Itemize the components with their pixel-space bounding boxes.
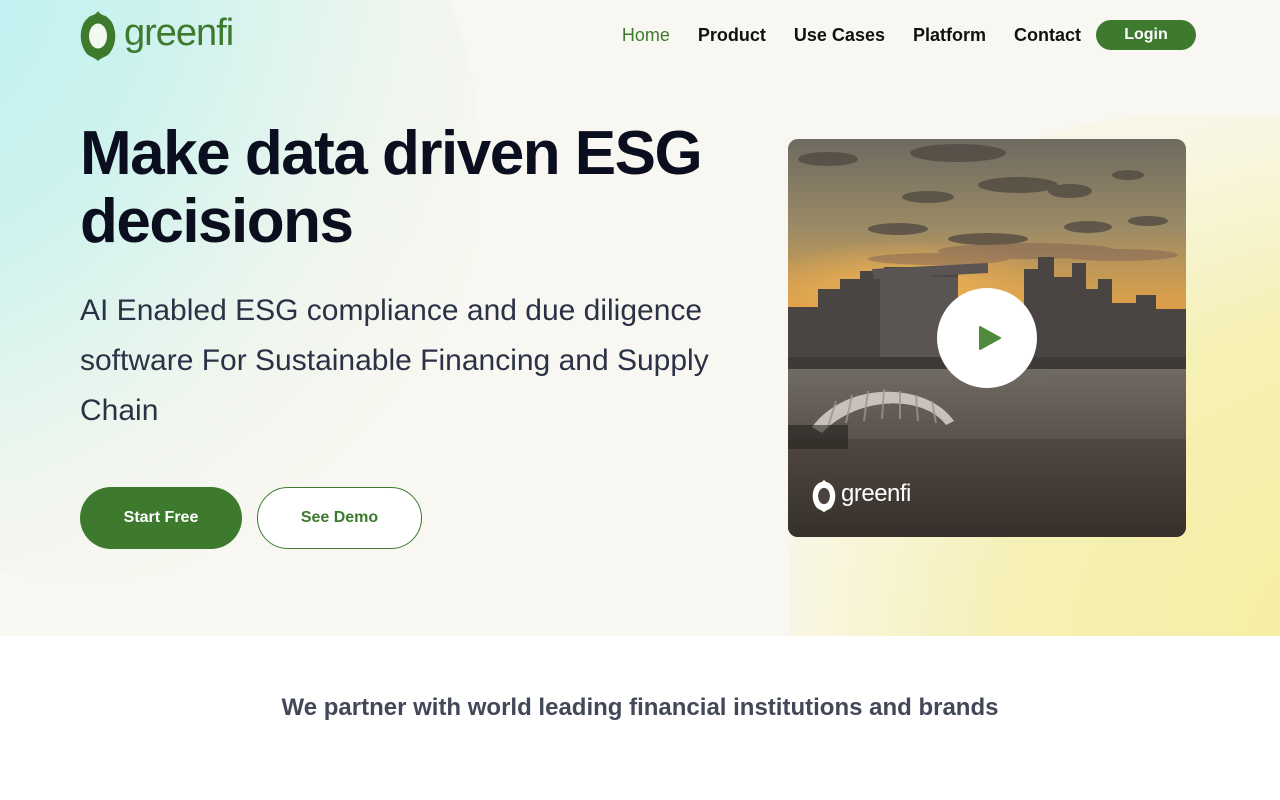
site-logo[interactable]: greenfi (80, 10, 234, 62)
nav-contact[interactable]: Contact (1014, 20, 1081, 50)
play-icon (979, 326, 1001, 350)
nav-product[interactable]: Product (698, 20, 766, 50)
greenfi-logo-icon (80, 11, 116, 61)
login-button[interactable]: Login (1096, 20, 1196, 50)
main-nav: Home Product Use Cases Platform Contact … (622, 20, 1196, 50)
logo-wordmark: greenfi (124, 12, 234, 54)
hero-subheadline: AI Enabled ESG compliance and due dilige… (80, 294, 709, 427)
partners-heading: We partner with world leading financial … (281, 694, 999, 721)
video-watermark-text: greenfi (841, 480, 911, 507)
start-free-button[interactable]: Start Free (80, 487, 242, 549)
play-button[interactable] (937, 288, 1037, 388)
hero-headline: Make data driven ESG decisions (80, 119, 703, 256)
video-player[interactable]: greenfi (788, 139, 1186, 537)
see-demo-button[interactable]: See Demo (257, 487, 422, 549)
hero-section: greenfi Home Product Use Cases Platform … (0, 0, 1280, 636)
video-watermark: greenfi (812, 479, 911, 513)
nav-home[interactable]: Home (622, 20, 670, 50)
greenfi-logo-icon (812, 479, 836, 513)
nav-use-cases[interactable]: Use Cases (794, 20, 885, 50)
nav-platform[interactable]: Platform (913, 20, 986, 50)
